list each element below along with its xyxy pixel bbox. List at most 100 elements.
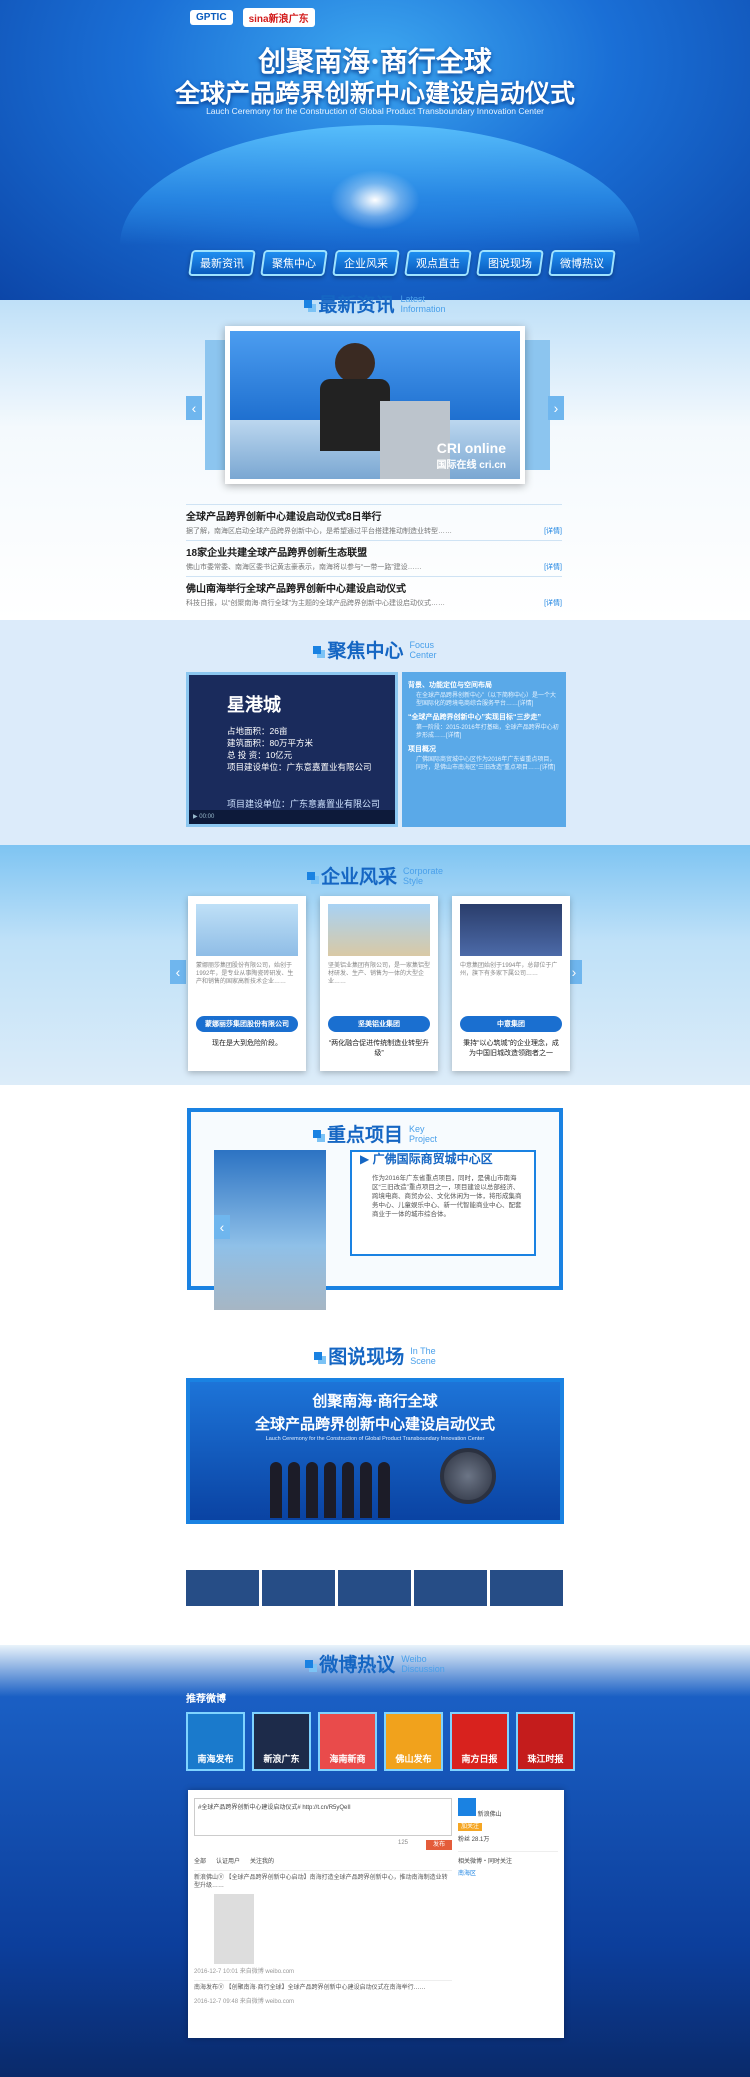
video-caption: 项目建设单位：广东意嘉置业有限公司 bbox=[227, 799, 381, 809]
weibo-post[interactable]: 新浪佛山Ⓥ 【全球产品跨界创新中心启动】南海打造全球产品跨界创新中心，推动南海制… bbox=[194, 1870, 452, 1976]
weibo-account[interactable]: 珠江时报 bbox=[516, 1712, 575, 1771]
weibo-post-input[interactable]: #全球产品跨界创新中心建设启动仪式# http://t.cn/R5yQeII bbox=[194, 1798, 452, 1836]
weibo-post[interactable]: 南海发布Ⓥ 【创聚南海·商行全球】全球产品跨界创新中心建设启动仪式在南海举行……… bbox=[194, 1980, 452, 2006]
recommended-weibo-label: 推荐微博 bbox=[186, 1694, 226, 1705]
scene-thumb[interactable] bbox=[338, 1570, 411, 1606]
news-more-link[interactable]: [详情] bbox=[544, 526, 562, 536]
nav-scene[interactable]: 图说现场 bbox=[476, 250, 544, 276]
weibo-user-name[interactable]: 新浪佛山 bbox=[478, 1812, 502, 1818]
key-project-heading-en: Key Project bbox=[409, 1123, 438, 1144]
news-item[interactable]: 佛山南海举行全球产品跨界创新中心建设启动仪式 科技日报，以“创聚南海·商行全球”… bbox=[186, 576, 562, 612]
tab-followers[interactable]: 关注我的 bbox=[250, 1856, 274, 1865]
news-title[interactable]: 18家企业共建全球产品跨界创新生态联盟 bbox=[186, 544, 562, 559]
company-button[interactable]: 蒙娜丽莎集团股份有限公司 bbox=[196, 1016, 298, 1032]
scene-thumb[interactable] bbox=[262, 1570, 335, 1606]
focus-item-head[interactable]: 背景、功能定位与空间布局 bbox=[408, 680, 560, 690]
company-card[interactable]: 蒙娜丽莎集团股份有限公司，始创于1992年，是专业从事陶瓷砖研发、生产和销售的国… bbox=[188, 896, 306, 1071]
globe-glow bbox=[330, 170, 420, 230]
corporate-heading-en: Corporate Style bbox=[402, 865, 444, 886]
focus-item-head[interactable]: 项目概况 bbox=[408, 744, 560, 754]
nav-weibo[interactable]: 微博热议 bbox=[548, 250, 616, 276]
header-title-2: 全球产品跨界创新中心建设启动仪式 bbox=[174, 79, 575, 108]
weibo-account[interactable]: 新浪广东 bbox=[252, 1712, 311, 1771]
weibo-post-image[interactable] bbox=[214, 1894, 254, 1964]
company-text: 坚美铝业集团有限公司，是一家集铝型材研发、生产、销售为一体的大型企业…… bbox=[328, 963, 431, 985]
cri-watermark: CRI online 国际在线 cri.cn bbox=[436, 440, 506, 471]
news-prev-arrow-icon[interactable]: ‹ bbox=[186, 396, 202, 420]
tab-verified[interactable]: 认证用户 bbox=[216, 1856, 240, 1865]
follow-button[interactable]: 加关注 bbox=[458, 1823, 483, 1831]
kp-prev-arrow-icon[interactable]: ‹ bbox=[214, 1215, 230, 1239]
company-caption: 秉持“以心筑城”的企业理念，成为中国旧城改造领跑者之一 bbox=[463, 1040, 559, 1057]
company-button[interactable]: 中意集团 bbox=[460, 1016, 562, 1032]
company-image bbox=[328, 904, 430, 956]
news-desc: 佛山市委常委、南海区委书记黄志豪表示，南海将以参与“一带一路”建设…… [详情] bbox=[186, 562, 562, 572]
weibo-side-note[interactable]: 南海区 bbox=[458, 1868, 558, 1877]
heading-square-icon bbox=[312, 1129, 321, 1138]
key-project-image bbox=[214, 1150, 326, 1310]
avatar[interactable] bbox=[458, 1798, 476, 1816]
news-item[interactable]: 全球产品跨界创新中心建设启动仪式8日举行 据了解，南海区启动全球产品跨界创新中心… bbox=[186, 504, 562, 540]
header-banner: GPTIC sina新浪广东 创聚南海·商行全球 全球产品跨界创新中心建设启动仪… bbox=[0, 0, 750, 300]
speaker-head bbox=[335, 343, 375, 383]
news-list: 全球产品跨界创新中心建设启动仪式8日举行 据了解，南海区启动全球产品跨界创新中心… bbox=[186, 504, 562, 612]
nav-label: 图说现场 bbox=[488, 258, 532, 270]
scene-main-photo[interactable]: 创聚南海·商行全球 全球产品跨界创新中心建设启动仪式 Lauch Ceremon… bbox=[186, 1378, 564, 1524]
corporate-prev-arrow-icon[interactable]: ‹ bbox=[170, 960, 186, 984]
focus-heading-en: Focus Center bbox=[409, 639, 437, 660]
weibo-account[interactable]: 南海发布 bbox=[186, 1712, 245, 1771]
gptic-logo: GPTIC bbox=[190, 10, 233, 25]
scene-photo-title2: 全球产品跨界创新中心建设启动仪式 bbox=[254, 1415, 495, 1433]
focus-list: 背景、功能定位与空间布局 在全球产品跨界创新中心”（以下简称中心）是一个大型国际… bbox=[402, 672, 566, 827]
main-nav: 最新资讯 聚焦中心 企业风采 观点直击 图说现场 微博热议 bbox=[188, 250, 616, 276]
key-project-name[interactable]: ▶ 广佛国际商贸城中心区 bbox=[360, 1150, 493, 1167]
news-more-link[interactable]: [详情] bbox=[544, 598, 562, 608]
company-card[interactable]: 坚美铝业集团有限公司，是一家集铝型材研发、生产、销售为一体的大型企业…… 坚美铝… bbox=[320, 896, 438, 1071]
news-title[interactable]: 佛山南海举行全球产品跨界创新中心建设启动仪式 bbox=[186, 580, 562, 595]
video-time: 00:00 bbox=[199, 814, 215, 820]
company-button[interactable]: 坚美铝业集团 bbox=[328, 1016, 430, 1032]
news-title[interactable]: 全球产品跨界创新中心建设启动仪式8日举行 bbox=[186, 508, 562, 523]
nav-label: 微博热议 bbox=[560, 258, 604, 270]
scene-thumb[interactable] bbox=[414, 1570, 487, 1606]
focus-item-head[interactable]: “全球产品跨界创新中心”实现目标“三步走” bbox=[408, 712, 560, 722]
sina-logo[interactable]: sina新浪广东 bbox=[242, 8, 315, 27]
focus-video-player[interactable]: 星港城 占地面积：26亩 建筑面积：80万平方米总 投 资：10亿元 项目建设单位：… bbox=[186, 672, 398, 827]
company-image bbox=[460, 904, 562, 956]
corporate-heading-cn: 企业风采 bbox=[320, 867, 397, 888]
nav-latest[interactable]: 最新资讯 bbox=[188, 250, 256, 276]
focus-heading: 聚焦中心 Focus Center bbox=[0, 636, 750, 663]
video-controls[interactable]: ▶ 00:00 bbox=[189, 810, 395, 824]
char-count: 125 bbox=[398, 1840, 409, 1846]
weibo-heading-en: Weibo Discussion bbox=[401, 1653, 445, 1674]
weibo-heading: 微博热议 Weibo Discussion bbox=[0, 1650, 750, 1677]
nav-corporate[interactable]: 企业风采 bbox=[332, 250, 400, 276]
news-heading: 最新资讯 Latest Information bbox=[0, 290, 750, 317]
news-next-arrow-icon[interactable]: › bbox=[548, 396, 564, 420]
nav-focus[interactable]: 聚焦中心 bbox=[260, 250, 328, 276]
weibo-account[interactable]: 佛山发布 bbox=[384, 1712, 443, 1771]
news-item[interactable]: 18家企业共建全球产品跨界创新生态联盟 佛山市委常委、南海区委书记黄志豪表示，南… bbox=[186, 540, 562, 576]
weibo-account[interactable]: 南方日报 bbox=[450, 1712, 509, 1771]
company-caption: 现在是大到危险阶段。 bbox=[212, 1040, 282, 1047]
news-desc: 科技日报，以“创聚南海·商行全球”为主题的全球产品跨界创新中心建设启动仪式……[… bbox=[186, 598, 562, 608]
weibo-send-button[interactable]: 发布 bbox=[426, 1840, 452, 1850]
scene-photo-sub: Lauch Ceremony for the Construction of G… bbox=[265, 1436, 485, 1442]
heading-square-icon bbox=[313, 645, 322, 654]
scene-thumb[interactable] bbox=[490, 1570, 563, 1606]
nav-label: 最新资讯 bbox=[200, 258, 244, 270]
company-card[interactable]: 中意集团始创于1994年，总部位于广州，旗下有多家下属公司…… 中意集团 秉持“… bbox=[452, 896, 570, 1071]
scene-photo-title1: 创聚南海·商行全球 bbox=[312, 1392, 438, 1410]
news-more-link[interactable]: [详情] bbox=[544, 562, 562, 572]
company-caption: “两化融合促进传统制造业转型升级” bbox=[328, 1040, 430, 1057]
news-slider[interactable]: CRI online 国际在线 cri.cn bbox=[225, 326, 525, 484]
weibo-account[interactable]: 海南新商 bbox=[318, 1712, 377, 1771]
scene-heading-en: In The Scene bbox=[410, 1345, 436, 1366]
nav-opinion[interactable]: 观点直击 bbox=[404, 250, 472, 276]
tab-all[interactable]: 全部 bbox=[194, 1856, 206, 1865]
heading-square-icon bbox=[314, 1351, 323, 1360]
scene-thumb[interactable] bbox=[186, 1570, 259, 1606]
focus-heading-cn: 聚焦中心 bbox=[327, 641, 404, 662]
heading-square-icon bbox=[304, 299, 313, 308]
scene-thumbnails bbox=[186, 1570, 563, 1606]
